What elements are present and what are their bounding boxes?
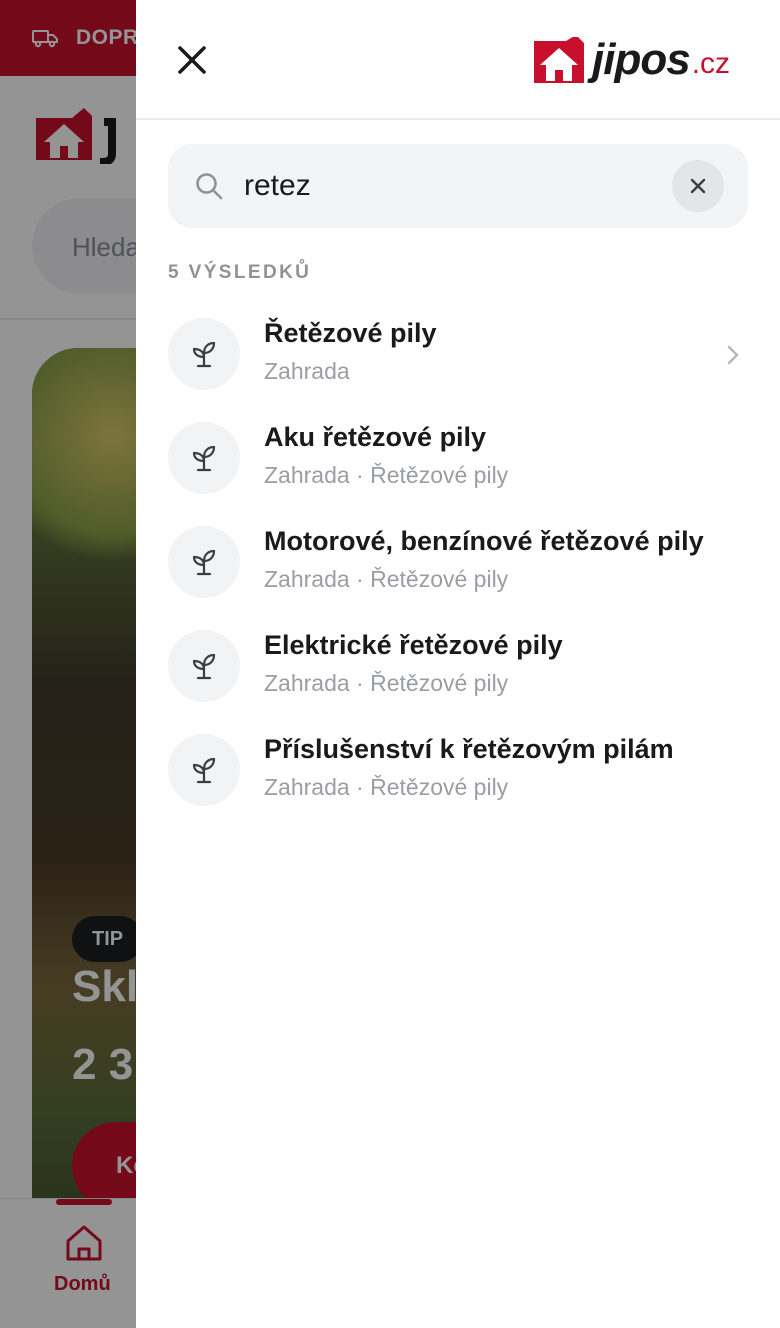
result-icon-container	[168, 318, 240, 390]
sprout-icon	[192, 549, 216, 576]
result-icon-container	[168, 630, 240, 702]
search-icon	[196, 173, 223, 200]
result-category-path: Zahrada · Řetězové pily	[264, 566, 509, 592]
sprout-icon	[192, 653, 216, 680]
search-box	[168, 144, 748, 228]
search-input[interactable]	[244, 162, 664, 210]
site-logo[interactable]: jipos .cz	[532, 35, 731, 84]
result-title: Příslušenství k řetězovým pilám	[264, 734, 674, 764]
search-result-item[interactable]: Elektrické řetězové pily Zahrada · Řetěz…	[168, 616, 748, 720]
sprout-icon	[192, 341, 216, 368]
result-title: Motorové, benzínové řetězové pily	[264, 526, 704, 556]
close-button[interactable]	[172, 40, 212, 80]
chevron-right-icon	[727, 345, 739, 365]
sprout-icon	[192, 445, 216, 472]
result-icon-container	[168, 734, 240, 806]
clear-search-button[interactable]	[672, 160, 724, 212]
logo-brand-text: jipos	[592, 35, 691, 84]
close-icon	[178, 46, 206, 74]
logo-tld-text: .cz	[691, 47, 731, 80]
search-drawer: jipos .cz 5 VÝSLEDKŮ Řetězové pily Zahra…	[136, 0, 780, 1328]
search-results-list: Řetězové pily Zahrada Aku řetězové pily …	[168, 304, 748, 824]
result-title: Elektrické řetězové pily	[264, 630, 563, 660]
search-result-item[interactable]: Řetězové pily Zahrada	[168, 304, 748, 408]
search-result-item[interactable]: Aku řetězové pily Zahrada · Řetězové pil…	[168, 408, 748, 512]
drawer-header: jipos .cz	[136, 0, 780, 120]
result-category-path: Zahrada	[264, 358, 350, 384]
result-title: Řetězové pily	[264, 318, 437, 348]
result-category-path: Zahrada · Řetězové pily	[264, 462, 509, 488]
search-result-item[interactable]: Příslušenství k řetězovým pilám Zahrada …	[168, 720, 748, 824]
search-result-item[interactable]: Motorové, benzínové řetězové pily Zahrad…	[168, 512, 748, 616]
jipos-house-logo-icon	[534, 37, 584, 83]
result-category-path: Zahrada · Řetězové pily	[264, 670, 509, 696]
result-icon-container	[168, 422, 240, 494]
result-category-path: Zahrada · Řetězové pily	[264, 774, 509, 800]
clear-icon	[690, 178, 706, 194]
result-count: 5 VÝSLEDKŮ	[168, 262, 312, 283]
result-icon-container	[168, 526, 240, 598]
result-title: Aku řetězové pily	[264, 422, 487, 452]
sprout-icon	[192, 757, 216, 784]
